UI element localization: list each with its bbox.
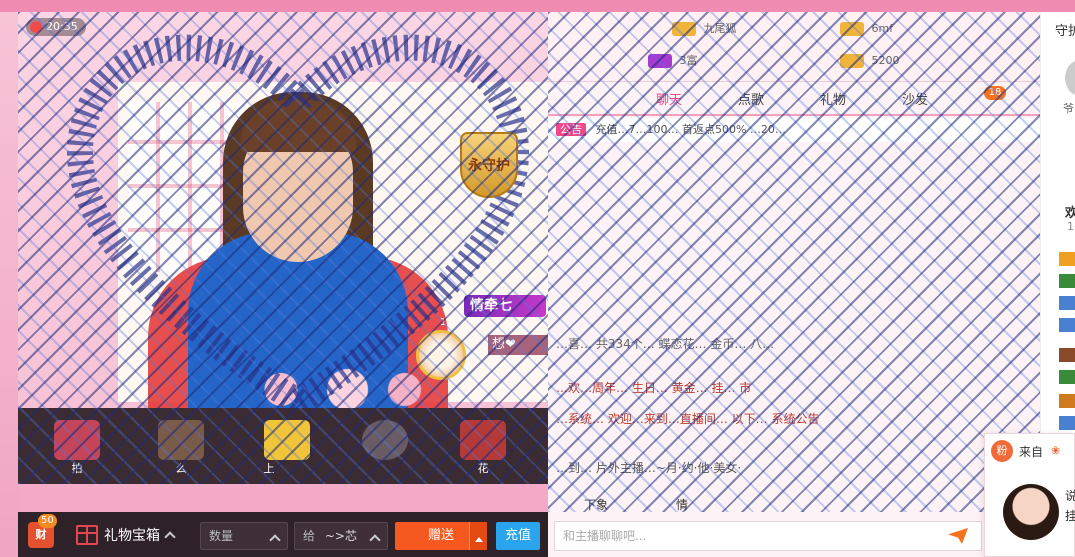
from-text: 来自 bbox=[1019, 445, 1044, 459]
viewer-badge-icon bbox=[1059, 416, 1075, 430]
guard-badge: 永守护 bbox=[460, 132, 518, 198]
chevron-up-icon bbox=[369, 534, 381, 546]
left-strip bbox=[0, 12, 18, 557]
chat-bottom-tabs: 下象 情 bbox=[548, 496, 978, 516]
gift-slot[interactable] bbox=[362, 420, 408, 460]
gift-box-button[interactable]: 礼物宝箱 bbox=[76, 522, 176, 548]
live-timer: 20:35 bbox=[26, 18, 86, 36]
rank-item[interactable]: 6mf bbox=[840, 20, 893, 38]
popup-side-text-1: 说 bbox=[1065, 489, 1075, 503]
tab-songs[interactable]: 点歌 bbox=[710, 88, 792, 114]
guard-name: 情牵七 bbox=[464, 295, 546, 317]
send-options-button[interactable] bbox=[469, 522, 487, 550]
rank-item-text: 3富 bbox=[679, 54, 698, 67]
rank-item-text: 6mf bbox=[871, 22, 894, 35]
rank-list: 九尾狐 6mf 5200 3富 bbox=[548, 12, 1040, 82]
flower-decoration bbox=[243, 367, 433, 408]
gift-label: 么 bbox=[175, 462, 187, 475]
rank-badge-icon bbox=[840, 22, 864, 36]
guard-user-name: 爷 bbox=[1063, 102, 1074, 115]
popup-side-text-2: 挂 bbox=[1065, 509, 1075, 523]
quantity-input[interactable]: 数量 bbox=[200, 522, 288, 550]
viewer-badge-icon bbox=[1059, 394, 1075, 408]
popup-side-text: 说 挂 bbox=[1065, 486, 1075, 526]
viewer-count: 1 bbox=[1067, 220, 1074, 233]
announcement-bar: 公告 充值…7…100… 首返点500% …20… bbox=[548, 118, 1040, 142]
chat-input-placeholder: 和主播聊聊吧... bbox=[563, 529, 647, 543]
tab-sofa[interactable]: 沙发 bbox=[874, 88, 956, 114]
viewer-badge-icon bbox=[1059, 274, 1075, 288]
viewer-section-title: 欢 bbox=[1065, 202, 1075, 221]
live-dot-icon bbox=[30, 21, 42, 33]
rank-badge-icon bbox=[672, 22, 696, 36]
tab-gifts[interactable]: 礼物 bbox=[792, 88, 874, 114]
rank-item[interactable]: 5200 bbox=[840, 52, 900, 70]
guard-subtitle: 想❤ bbox=[488, 335, 548, 355]
chat-message: …系统… 欢迎…来到…直播间… 以下… 系统公告 bbox=[556, 412, 820, 426]
guard-panel-title: 守护 bbox=[1055, 24, 1075, 39]
viewer-badge-icon bbox=[1059, 370, 1075, 384]
tab-count-badge: 18 bbox=[984, 86, 1006, 100]
chat-message: …到… 片外主播…~月·约·他·美女· bbox=[556, 461, 742, 475]
gift-box-label: 礼物宝箱 bbox=[104, 528, 160, 544]
chevron-up-icon bbox=[269, 534, 281, 546]
chat-tabs: 聊天 点歌 礼物 沙发 bbox=[548, 88, 1040, 116]
guard-level: 1 bbox=[439, 317, 447, 328]
rank-item-text: 九尾狐 bbox=[703, 22, 737, 35]
quantity-placeholder: 数量 bbox=[209, 529, 234, 543]
gift-label: 上 bbox=[263, 462, 275, 475]
chat-panel: 九尾狐 6mf 5200 3富 聊天 点歌 礼物 沙发 18 公告 充值…7…1… bbox=[548, 12, 1040, 557]
recipient-select[interactable]: 给 ~>芯 bbox=[294, 522, 388, 550]
fan-popup[interactable]: 粉 来自 ❀ 说 挂 bbox=[984, 433, 1075, 557]
wealth-label: 财 bbox=[35, 528, 47, 541]
video-player[interactable]: 永守护 1 情牵七 想❤ 20:35 bbox=[18, 12, 548, 408]
top-strip bbox=[0, 0, 1075, 12]
chat-message: …欢…周年… 生日… 黄金… 挂… 市 bbox=[556, 381, 752, 395]
flower-icon: ❀ bbox=[1051, 444, 1061, 457]
rank-item[interactable]: 3富 bbox=[648, 52, 698, 70]
avatar[interactable] bbox=[1065, 60, 1075, 96]
bottom-tab-left[interactable]: 下象 bbox=[584, 496, 608, 513]
gift-icon bbox=[76, 525, 98, 545]
chat-input[interactable]: 和主播聊聊吧... bbox=[554, 521, 982, 551]
chat-message: …喜… 共334个… 蝶恋花… 金币… 八… bbox=[556, 337, 775, 351]
bird-effect-overlay bbox=[548, 12, 1040, 512]
wealth-count-badge: 50 bbox=[38, 514, 57, 528]
gift-slot[interactable] bbox=[54, 420, 100, 460]
viewer-badge-icon bbox=[1059, 318, 1075, 332]
rank-item-text: 5200 bbox=[871, 54, 900, 67]
rank-badge-icon bbox=[840, 54, 864, 68]
viewer-badge-icon bbox=[1059, 252, 1075, 266]
bottom-tab-mid[interactable]: 情 bbox=[676, 496, 688, 513]
guard-avatar[interactable] bbox=[416, 330, 466, 380]
tab-chat[interactable]: 聊天 bbox=[628, 88, 710, 114]
recharge-button[interactable]: 充值 bbox=[496, 522, 540, 550]
gift-toolbar: 财 50 礼物宝箱 数量 给 ~>芯 赠送 充值 bbox=[18, 512, 548, 557]
rank-badge-icon bbox=[648, 54, 672, 68]
gift-slot[interactable] bbox=[264, 420, 310, 460]
viewer-badge-icon bbox=[1059, 296, 1075, 310]
rank-item[interactable]: 九尾狐 bbox=[672, 20, 737, 38]
viewer-badge-icon bbox=[1059, 348, 1075, 362]
gift-label: 拍 bbox=[71, 462, 83, 475]
chevron-up-icon bbox=[164, 531, 176, 543]
gift-slot[interactable] bbox=[158, 420, 204, 460]
gift-strip: 拍 么 上 花 bbox=[18, 408, 548, 484]
gift-label: 花 bbox=[477, 462, 489, 475]
gift-slot[interactable] bbox=[460, 420, 506, 460]
announcement-text: 充值…7…100… 首返点500% …20… bbox=[595, 123, 786, 136]
give-to-label: 给 bbox=[303, 529, 316, 543]
announcement-tag: 公告 bbox=[556, 123, 586, 136]
give-to-value: ~>芯 bbox=[324, 529, 357, 543]
fan-badge: 粉 bbox=[991, 440, 1013, 462]
avatar[interactable] bbox=[1003, 484, 1059, 540]
timer-text: 20:35 bbox=[46, 20, 78, 33]
